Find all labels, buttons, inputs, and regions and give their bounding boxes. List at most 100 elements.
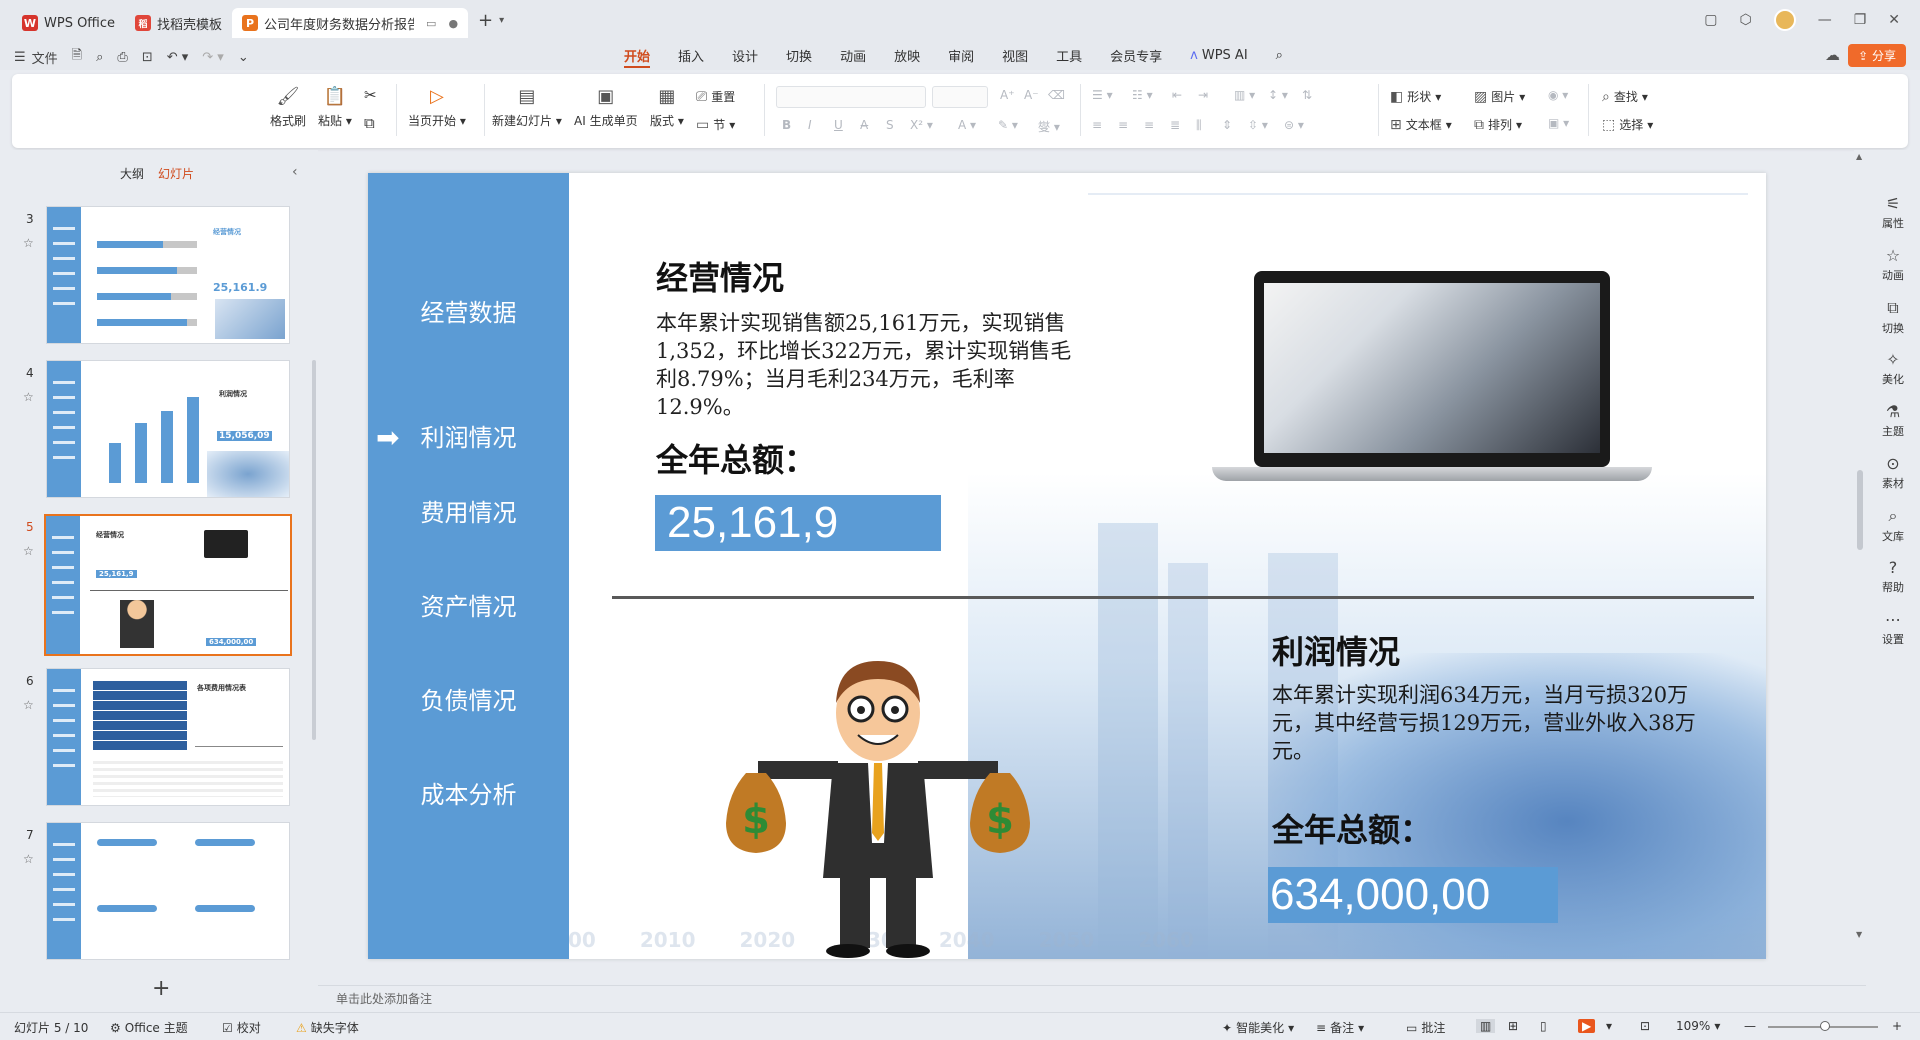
theme-indicator[interactable]: ⚙ Office 主题 — [110, 1019, 188, 1036]
increase-indent-icon[interactable]: ⇥ — [1198, 88, 1208, 102]
star-icon[interactable]: ☆ — [23, 236, 34, 250]
slideshow-play-icon[interactable]: ▶ — [1578, 1019, 1596, 1033]
reset-button[interactable]: ⎚ 重置 — [696, 88, 735, 105]
shadow-icon[interactable]: S — [886, 118, 894, 132]
more-chevron-icon[interactable]: ⌄ — [238, 50, 249, 65]
scroll-up-icon[interactable]: ▲ — [1856, 152, 1862, 161]
copy-icon[interactable]: ⧉ — [364, 114, 375, 132]
font-family-select[interactable] — [776, 86, 926, 108]
save-icon[interactable]: 🗎 — [72, 46, 82, 68]
paragraph-spacing-icon[interactable]: ⇳ ▾ — [1248, 118, 1268, 132]
add-slide-button[interactable]: + — [152, 976, 170, 1001]
animation-button[interactable]: ☆ 动画 — [1866, 246, 1920, 283]
redo-icon[interactable]: ↷ ▾ — [202, 50, 224, 65]
new-slide-button[interactable]: ▤ 新建幻灯片 ▾ — [492, 86, 562, 129]
star-icon[interactable]: ☆ — [23, 852, 34, 866]
proofread-button[interactable]: ☑ 校对 — [222, 1019, 261, 1036]
zoom-slider-handle[interactable] — [1820, 1021, 1830, 1031]
slide-scrollbar[interactable]: ▲ ▼ — [1854, 150, 1866, 980]
slideshow-chevron-icon[interactable]: ▾ — [1606, 1019, 1612, 1033]
zoom-out-icon[interactable]: — — [1744, 1019, 1756, 1033]
theme-button[interactable]: ⚗ 主题 — [1866, 402, 1920, 439]
settings-button[interactable]: ⋯ 设置 — [1866, 610, 1920, 647]
tab-animation[interactable]: 动画 — [826, 40, 880, 70]
smart-beautify-button[interactable]: ✦ 智能美化 ▾ — [1222, 1019, 1294, 1036]
tab-member[interactable]: 会员专享 — [1096, 40, 1176, 70]
start-from-current-button[interactable]: ▷ 当页开始 ▾ — [408, 86, 466, 129]
bullets-icon[interactable]: ☰ ▾ — [1092, 88, 1113, 102]
star-icon[interactable]: ☆ — [23, 544, 34, 558]
avatar[interactable] — [1773, 9, 1796, 31]
help-button[interactable]: ? 帮助 — [1866, 558, 1920, 595]
select-button[interactable]: ⬚ 选择 ▾ — [1602, 116, 1653, 133]
tab-slideshow[interactable]: 放映 — [880, 40, 934, 70]
missing-font-button[interactable]: ⚠ 缺失字体 — [296, 1019, 359, 1036]
tab-tools[interactable]: 工具 — [1042, 40, 1096, 70]
zoom-in-icon[interactable]: + — [1892, 1019, 1902, 1033]
beautify-button[interactable]: ✧ 美化 — [1866, 350, 1920, 387]
nav-item-assets[interactable]: 资产情况 — [368, 587, 569, 622]
minimize-icon[interactable]: — — [1818, 12, 1832, 28]
nav-item-expenses[interactable]: 费用情况 — [368, 493, 569, 528]
section-button[interactable]: ▭ 节 ▾ — [696, 116, 735, 133]
star-icon[interactable]: ☆ — [23, 698, 34, 712]
cloud-sync-icon[interactable]: ☁ — [1825, 46, 1840, 64]
notes-toggle[interactable]: ≡ 备注 ▾ — [1316, 1019, 1364, 1036]
slide-canvas[interactable]: 00 2010 2020 2030 2040 2050 2060 经营数据 利润… — [368, 173, 1766, 959]
numbering-icon[interactable]: ☷ ▾ — [1132, 88, 1153, 102]
cube-icon[interactable]: ⬡ — [1739, 12, 1751, 28]
font-shrink-icon[interactable]: A⁻ — [1024, 88, 1039, 102]
tab-view[interactable]: 视图 — [988, 40, 1042, 70]
font-grow-icon[interactable]: A⁺ — [1000, 88, 1015, 102]
transition-button[interactable]: ⧉ 切换 — [1866, 298, 1920, 336]
tab-wps-ai[interactable]: ᴧ WPS AI — [1176, 40, 1262, 70]
collapse-panel-icon[interactable]: ‹ — [292, 164, 298, 180]
tab-home[interactable]: 开始 — [610, 40, 664, 70]
undo-icon[interactable]: ↶ ▾ — [167, 50, 189, 65]
notes-area[interactable]: 单击此处添加备注 — [318, 985, 1866, 1009]
monitor-icon[interactable]: ▭ — [426, 17, 436, 30]
library-button[interactable]: ⌕ 文库 — [1866, 506, 1920, 544]
menu-icon[interactable]: ☰ — [14, 50, 26, 65]
tab-design[interactable]: 设计 — [718, 40, 772, 70]
print-preview-icon[interactable]: ⊡ — [142, 50, 153, 65]
scroll-thumb[interactable] — [1857, 470, 1863, 550]
tab-outline[interactable]: 大纲 — [120, 165, 144, 182]
file-menu[interactable]: 文件 — [32, 48, 58, 67]
panel-scrollbar[interactable] — [312, 360, 316, 740]
reading-view-icon[interactable]: ▯ — [1540, 1019, 1547, 1033]
cut-icon[interactable]: ✂ — [364, 86, 377, 104]
comments-toggle[interactable]: ▭ 批注 — [1406, 1019, 1445, 1036]
fill-icon[interactable]: ◉ ▾ — [1548, 88, 1568, 102]
tab-list-chevron-icon[interactable]: ▾ — [499, 15, 504, 26]
tab-transition[interactable]: 切换 — [772, 40, 826, 70]
slide-thumbnail-4[interactable]: 利润情况 15,056,09 — [46, 360, 290, 498]
close-icon[interactable]: ✕ — [1888, 12, 1900, 28]
properties-button[interactable]: ⚟ 属性 — [1866, 194, 1920, 231]
tab-slides[interactable]: 幻灯片 — [158, 165, 194, 182]
decrease-indent-icon[interactable]: ⇤ — [1172, 88, 1182, 102]
justify-icon[interactable]: ≣ — [1170, 118, 1180, 132]
text-align-icon[interactable]: ⊜ ▾ — [1284, 118, 1304, 132]
export-icon[interactable]: ⌕ — [96, 50, 103, 65]
fit-window-icon[interactable]: ⊡ — [1640, 1019, 1650, 1033]
shape-button[interactable]: ◧ 形状 ▾ — [1390, 88, 1441, 105]
sort-icon[interactable]: ↕ ▾ — [1268, 88, 1288, 102]
clear-format-icon[interactable]: ⌫ — [1048, 88, 1065, 102]
picture-button[interactable]: ▨ 图片 ▾ — [1474, 88, 1525, 105]
line-spacing-icon[interactable]: ⇕ — [1222, 118, 1232, 132]
font-color-icon[interactable]: A ▾ — [958, 118, 976, 132]
nav-item-liabilities[interactable]: 负债情况 — [368, 681, 569, 716]
layout-button[interactable]: ▦ 版式 ▾ — [650, 86, 684, 129]
nav-item-cost[interactable]: 成本分析 — [368, 775, 569, 810]
align-center-icon[interactable]: ≡ — [1118, 118, 1128, 132]
distribute-icon[interactable]: ⫼ — [1196, 118, 1202, 133]
text-direction-icon[interactable]: ⇅ — [1302, 88, 1312, 102]
star-icon[interactable]: ☆ — [23, 390, 34, 404]
italic-icon[interactable]: I — [808, 118, 812, 132]
slide-thumbnail-5[interactable]: 经营情况 25,161,9 634,000,00 — [44, 514, 292, 656]
tab-template[interactable]: 稻 找稻壳模板 — [125, 8, 232, 38]
columns-icon[interactable]: ▥ ▾ — [1234, 88, 1255, 102]
char-spacing-icon[interactable]: 燮 ▾ — [1038, 118, 1060, 135]
nav-item-operations[interactable]: 经营数据 — [368, 293, 569, 328]
